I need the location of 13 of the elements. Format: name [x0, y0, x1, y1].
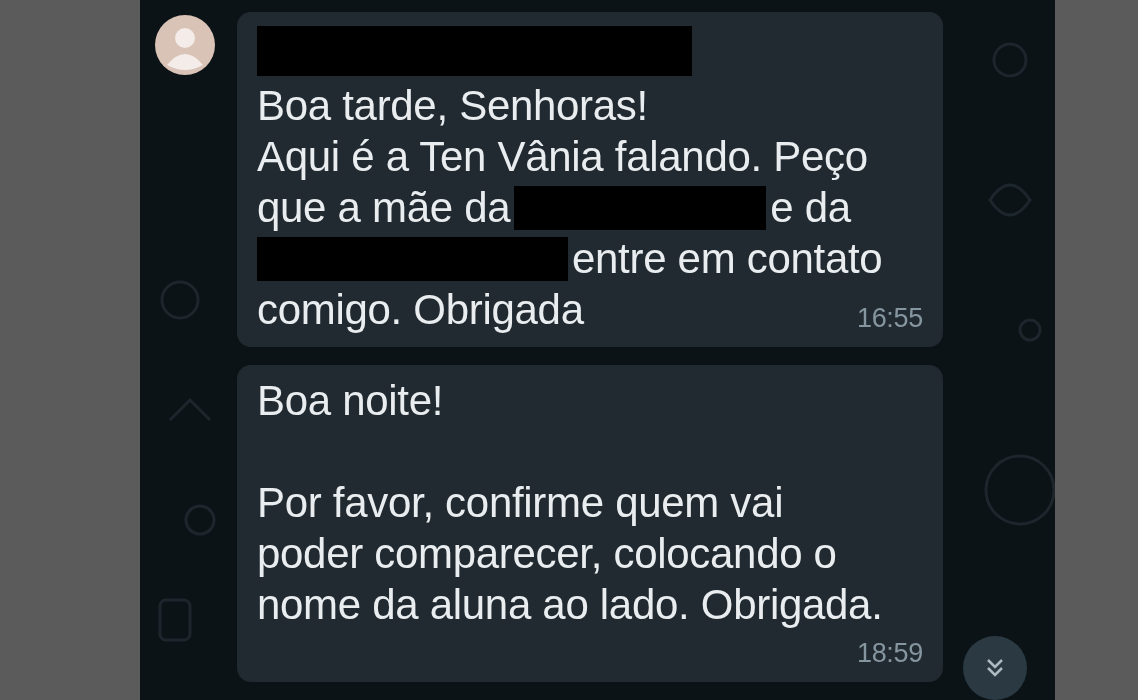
message-text: Boa tarde, Senhoras!: [257, 81, 648, 131]
message-text: e da: [770, 183, 851, 233]
message-text: entre em contato: [572, 234, 883, 284]
message-text: poder comparecer, colocando o: [257, 529, 837, 579]
message-text: nome da aluna ao lado. Obrigada.: [257, 580, 883, 630]
message-time: 18:59: [855, 637, 923, 670]
message-time: 16:55: [855, 302, 923, 335]
message-text: Por favor, confirme quem vai: [257, 478, 784, 528]
message-text: que a mãe da: [257, 183, 511, 233]
message-text: comigo. Obrigada: [257, 285, 584, 335]
message-text: Aqui é a Ten Vânia falando. Peço: [257, 132, 868, 182]
avatar-icon[interactable]: [155, 15, 215, 75]
message-text: Boa noite!: [257, 376, 444, 426]
